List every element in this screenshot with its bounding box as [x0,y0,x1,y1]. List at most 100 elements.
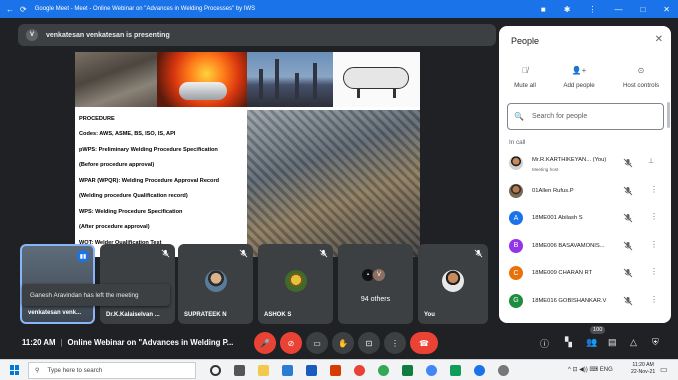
cortana-icon[interactable] [210,365,221,376]
camera-off-icon: ⊘ [287,338,295,348]
participant-tile[interactable]: SUPRATEEK N [178,244,253,324]
chat-button[interactable]: ▤ [608,337,617,348]
mic-off-icon [319,249,328,258]
activities-icon: △ [630,337,637,347]
mic-off-icon [474,249,483,258]
file-explorer-icon[interactable] [258,365,269,376]
present-button[interactable]: ⊡ [358,332,380,354]
system-tray[interactable]: ^ ⊡ ◀)) ⌨ ENG [568,366,613,373]
reload-icon[interactable]: ⟳ [20,5,27,14]
mute-all-button[interactable]: 🎙̸ Mute all [499,66,553,89]
shapes-icon: ▚ [565,337,572,347]
puzzle-icon[interactable]: ✱ [564,5,571,14]
left-meeting-toast: Ganesh Aravindan has left the meeting [22,284,170,306]
avatar [442,270,464,292]
avatar [205,270,227,292]
windows-taskbar: ⚲ Type here to search ^ ⊡ ◀)) ⌨ ENG 11:2… [0,359,678,380]
close-panel-icon[interactable]: ✕ [655,34,663,45]
add-people-button[interactable]: 👤+ Add people [551,66,607,89]
raise-hand-button[interactable]: ✋ [332,332,354,354]
mic-off-icon [239,249,248,258]
more-options-icon[interactable]: ⋮ [650,185,658,194]
welding-defect-photo [75,52,157,107]
list-item[interactable]: B 18ME006 BASAVAMONIS... ⋮ [499,233,671,261]
more-options-button[interactable]: ⋮ [384,332,406,354]
powerpoint-icon[interactable] [330,365,341,376]
chrome-profile-icon[interactable] [426,365,437,376]
taskbar-search-input[interactable]: ⚲ Type here to search [28,362,196,379]
list-item[interactable]: C 18ME009 CHARAN RT ⋮ [499,260,671,288]
search-icon: 🔍 [514,112,524,121]
clock[interactable]: 11:20 AM 22-Nov-21 [631,362,655,375]
participant-list: Mr.R.KARTHIKEYAN... (You) Meeting host ⊥… [499,150,671,315]
windows-start-icon[interactable] [10,365,20,375]
list-item[interactable]: A 18ME001 Abilash S ⋮ [499,205,671,233]
chrome-icon[interactable] [354,365,365,376]
tile-name: You [424,312,435,318]
list-item[interactable]: Mr.R.KARTHIKEYAN... (You) Meeting host ⊥ [499,150,671,178]
action-label: Mute all [514,82,536,89]
meeting-details-button[interactable]: ⓘ [540,337,549,350]
leave-call-button[interactable]: ☎ [410,332,438,354]
add-person-icon: 👤+ [571,66,587,75]
mic-off-icon [623,241,633,250]
more-options-icon[interactable]: ⋮ [650,240,658,249]
host-controls-button[interactable]: ⛨ [652,337,659,348]
mic-toggle-button[interactable]: 🎤 [254,332,276,354]
others-tile[interactable]: ▪ V 94 others [338,244,413,324]
meet-app-icon[interactable] [378,365,389,376]
window-close-icon[interactable]: ✕ [663,5,670,14]
clock-time: 11:20 AM [632,362,654,368]
mail-icon[interactable] [282,365,293,376]
action-label: Add people [563,82,595,89]
vessel-leg [393,88,396,98]
tile-name: ASHOK S [264,312,292,318]
mic-off-icon: 🎙̸ [522,66,528,75]
panel-title: People [511,36,540,46]
notification-icon[interactable]: ▭ [660,365,668,374]
participant-name: Mr.R.KARTHIKEYAN... (You) [532,157,607,163]
app-icon[interactable] [474,365,485,376]
settings-icon[interactable] [498,365,509,376]
captions-button[interactable]: ▭ [306,332,328,354]
meeting-title: Online Webinar on "Advances in Welding P… [67,338,234,347]
participant-tile[interactable]: ASHOK S [258,244,333,324]
minimize-icon[interactable]: — [614,5,622,14]
tile-name: venkatesan venk... [28,310,82,316]
search-icon: ⚲ [35,367,40,374]
list-item[interactable]: 01Allen Rufus.P ⋮ [499,178,671,206]
people-button[interactable]: 👥 [586,337,597,348]
self-tile[interactable]: You [418,244,488,324]
pin-icon[interactable]: ⊥ [648,157,654,165]
chat-icon: ▤ [608,337,617,347]
list-item[interactable]: G 18ME016 GOBISHANKAR.V ⋮ [499,288,671,316]
browser-menu-icon[interactable]: ⋮ [588,5,596,14]
people-panel: People ✕ 🎙̸ Mute all 👤+ Add people ⊙ Hos… [499,26,671,323]
host-controls-button[interactable]: ⊙ Host controls [613,66,669,89]
more-options-icon[interactable]: ⋮ [650,212,658,221]
excel-icon[interactable] [402,365,413,376]
toggle-icon: ⊙ [637,66,645,75]
activities-button[interactable]: △ [630,337,637,348]
presenting-banner: V venkatesan venkatesan is presenting [18,24,496,46]
more-options-icon[interactable]: ⋮ [650,295,658,304]
search-input[interactable]: 🔍 Search for people [507,103,664,130]
hand-icon: ✋ [338,338,348,348]
collapse-debris-photo [247,110,420,257]
back-icon[interactable]: ← [6,5,14,14]
participant-name: 01Allen Rufus.P [532,187,574,194]
app-icon[interactable] [450,365,461,376]
scrollbar[interactable] [667,102,670,128]
mic-off-icon [623,186,633,195]
maximize-icon[interactable]: □ [640,5,645,14]
task-view-icon[interactable] [234,365,245,376]
more-options-icon[interactable]: ⋮ [650,267,658,276]
search-placeholder: Search for people [531,113,588,120]
presenter-avatar: V [26,29,38,41]
mic-off-icon: 🎤 [260,338,270,348]
shapes-button[interactable]: ▚ [565,337,572,348]
camera-toggle-button[interactable]: ⊘ [280,332,302,354]
word-icon[interactable] [306,365,317,376]
mic-off-icon [161,249,170,258]
extension-icon[interactable]: ■ [541,5,546,14]
